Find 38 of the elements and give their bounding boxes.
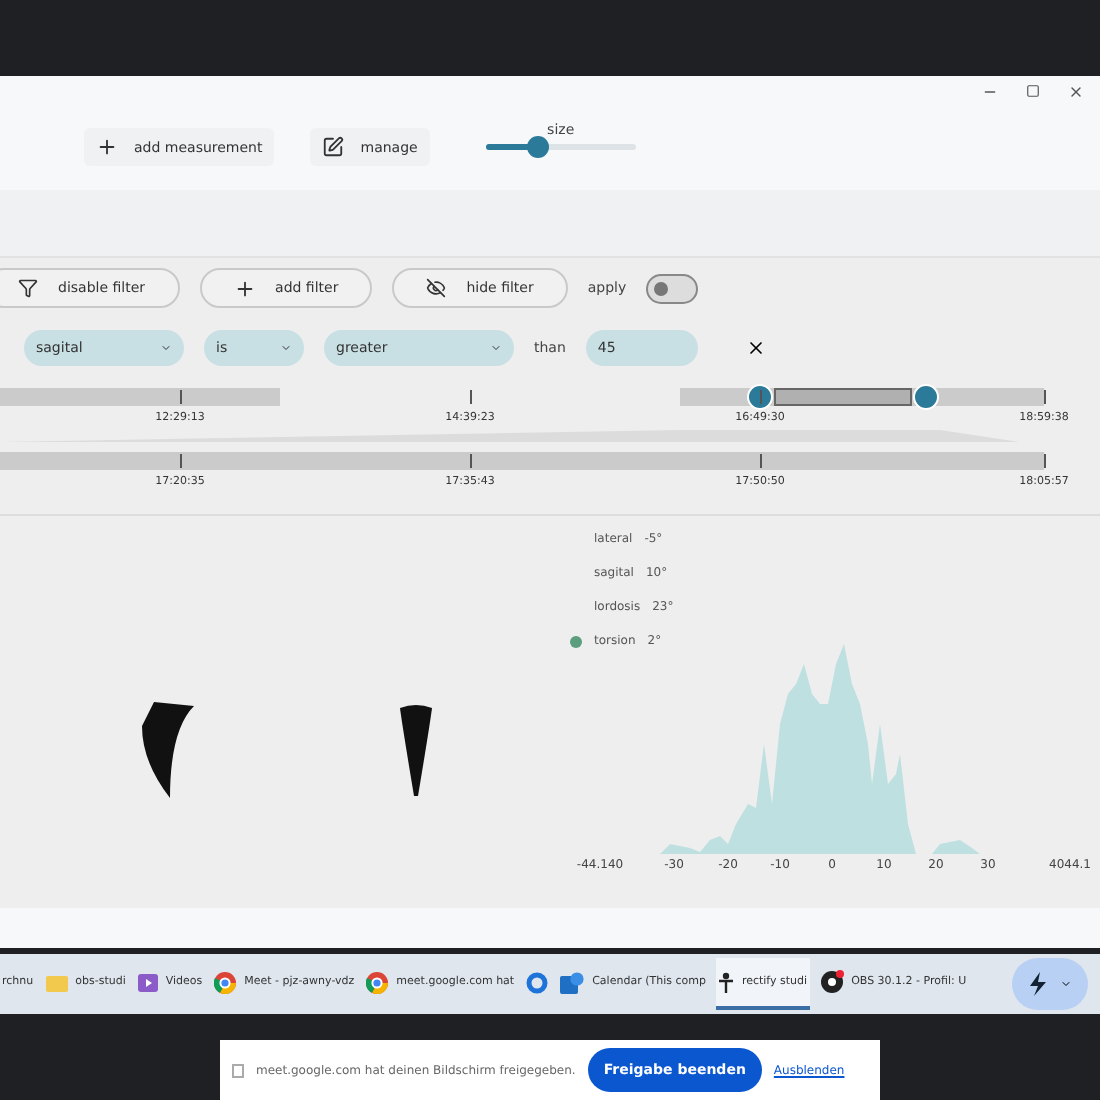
plus-icon — [96, 136, 118, 158]
browser-icon — [366, 971, 389, 994]
assistant-button[interactable] — [1012, 958, 1088, 1011]
plus-icon — [233, 277, 256, 299]
curved-shape-drawing — [137, 702, 197, 803]
tick-mark — [470, 390, 472, 404]
tick-mark — [760, 390, 762, 404]
calendar-icon — [560, 971, 585, 994]
edit-icon — [322, 136, 345, 158]
browser-icon — [214, 971, 237, 994]
folder-icon — [45, 973, 68, 992]
legend-dot[interactable] — [570, 635, 582, 647]
maximize-icon[interactable] — [1026, 84, 1040, 98]
apply-toggle[interactable] — [646, 273, 699, 303]
bolt-icon — [1028, 972, 1048, 997]
tick-mark — [1044, 454, 1046, 468]
video-icon — [137, 973, 158, 992]
tick-mark — [1044, 390, 1046, 404]
caret-icon — [1060, 978, 1072, 991]
caret-icon — [280, 342, 292, 354]
range-handle[interactable] — [747, 384, 773, 410]
filter-icon — [18, 278, 38, 298]
tapered-shape-drawing — [397, 704, 433, 801]
tick-mark — [180, 390, 182, 404]
slider-thumb[interactable] — [527, 135, 550, 157]
grip-icon — [232, 1063, 244, 1078]
ring-icon — [526, 971, 549, 994]
close-icon[interactable] — [745, 338, 766, 358]
record-icon — [819, 970, 844, 995]
tick-mark — [760, 454, 762, 468]
close-icon[interactable] — [1068, 84, 1084, 100]
caret-icon — [160, 342, 172, 354]
tick-mark — [180, 454, 182, 468]
tick-mark — [470, 454, 472, 468]
caret-icon — [490, 342, 502, 354]
range-handle[interactable] — [913, 384, 939, 410]
person-icon — [717, 971, 734, 994]
eye-off-icon — [426, 278, 447, 298]
